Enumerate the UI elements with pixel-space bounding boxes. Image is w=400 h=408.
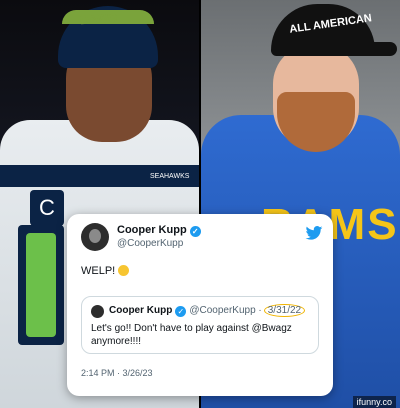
cap-brim — [341, 42, 397, 56]
jersey-number-outline — [26, 233, 56, 337]
verified-badge-icon: ✓ — [175, 306, 187, 317]
author-handle[interactable]: @CooperKupp — [117, 238, 183, 249]
beanie-text: DAWG — [79, 10, 118, 28]
grin-emoji-icon — [118, 265, 130, 276]
quoted-author-name[interactable]: Cooper Kupp — [109, 305, 172, 316]
tweet-text: WELP! — [81, 265, 130, 277]
twitter-bird-icon — [305, 226, 323, 240]
avatar[interactable] — [81, 223, 109, 251]
separator: · — [255, 305, 262, 316]
jersey-text: SEAHAWKS — [150, 173, 190, 180]
quoted-avatar[interactable] — [91, 305, 104, 318]
quoted-author-handle[interactable]: @CooperKupp — [189, 305, 255, 316]
author-name-text[interactable]: Cooper Kupp — [117, 224, 187, 236]
tweet-text-content: WELP! — [81, 265, 116, 277]
tweet-card[interactable]: Cooper Kupp ✓ @CooperKupp WELP! Cooper Ku… — [67, 214, 333, 396]
verified-badge-icon: ✓ — [189, 226, 201, 237]
author-name[interactable]: Cooper Kupp ✓ — [117, 224, 201, 237]
quoted-header: Cooper Kupp ✓ @CooperKupp · 3/31/22 — [109, 304, 306, 317]
quoted-text: Let's go!! Don't have to play against @B… — [91, 323, 292, 347]
quoted-tweet[interactable]: Cooper Kupp ✓ @CooperKupp · 3/31/22 Let's g… — [81, 296, 319, 354]
captain-patch: C — [30, 190, 64, 226]
tweet-timestamp[interactable]: 2:14 PM · 3/26/23 — [81, 368, 153, 378]
watermark: ifunny.co — [352, 396, 396, 408]
quoted-date[interactable]: 3/31/22 — [263, 304, 306, 317]
